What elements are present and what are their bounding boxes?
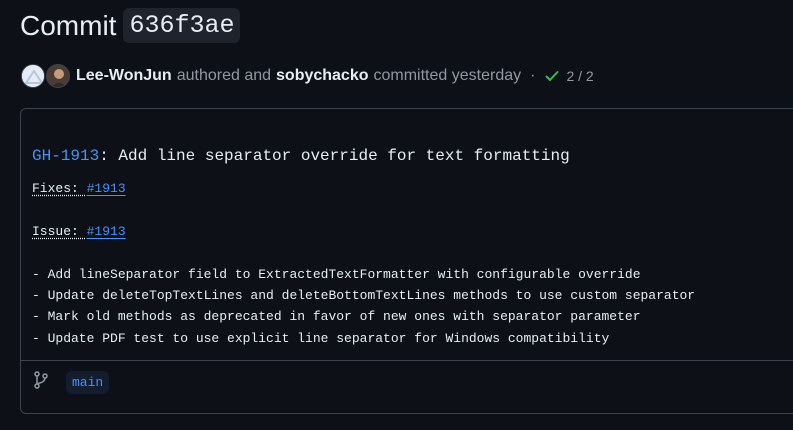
check-icon[interactable]: [544, 68, 560, 84]
authored-text: authored and: [176, 67, 272, 84]
commit-sha[interactable]: 636f3ae: [123, 8, 241, 43]
fixes-line: Fixes: #1913: [32, 181, 126, 196]
meta-separator: ·: [530, 67, 536, 84]
fixes-issue-link[interactable]: #1913: [87, 181, 126, 196]
author-link[interactable]: Lee-WonJun: [76, 67, 172, 85]
checks-status[interactable]: 2 / 2: [566, 68, 593, 84]
card-footer: main: [33, 371, 110, 394]
bullet-line: - Add lineSeparator field to ExtractedTe…: [32, 267, 641, 282]
committer-avatar[interactable]: [46, 64, 70, 88]
fixes-label: Fixes:: [32, 181, 87, 196]
bullet-line: - Update PDF test to use explicit line s…: [32, 331, 610, 346]
commit-title: GH-1913: Add line separator override for…: [32, 147, 570, 165]
bullet-line: - Mark old methods as deprecated in favo…: [32, 309, 641, 324]
issue-line: Issue: #1913: [32, 224, 126, 239]
page-title: Commit: [20, 9, 117, 41]
avatar-stack: [21, 63, 73, 89]
bullet-line: - Update deleteTopTextLines and deleteBo…: [32, 288, 696, 303]
card-divider: [21, 360, 793, 361]
committed-text[interactable]: committed yesterday: [374, 67, 522, 85]
branch-link[interactable]: main: [66, 371, 110, 394]
issue-link[interactable]: GH-1913: [32, 147, 99, 165]
issue-label: Issue:: [32, 224, 87, 239]
issue-ref-link[interactable]: #1913: [87, 224, 126, 239]
author-avatar[interactable]: [21, 64, 45, 88]
commit-message-card: GH-1913: Add line separator override for…: [20, 108, 793, 414]
committer-link[interactable]: sobychacko: [276, 67, 368, 85]
git-branch-icon: [33, 371, 49, 394]
commit-title-text: : Add line separator override for text f…: [99, 147, 570, 165]
commit-header: Commit 636f3ae: [20, 8, 241, 43]
commit-meta: Lee-WonJun authored and sobychacko commi…: [21, 62, 594, 90]
